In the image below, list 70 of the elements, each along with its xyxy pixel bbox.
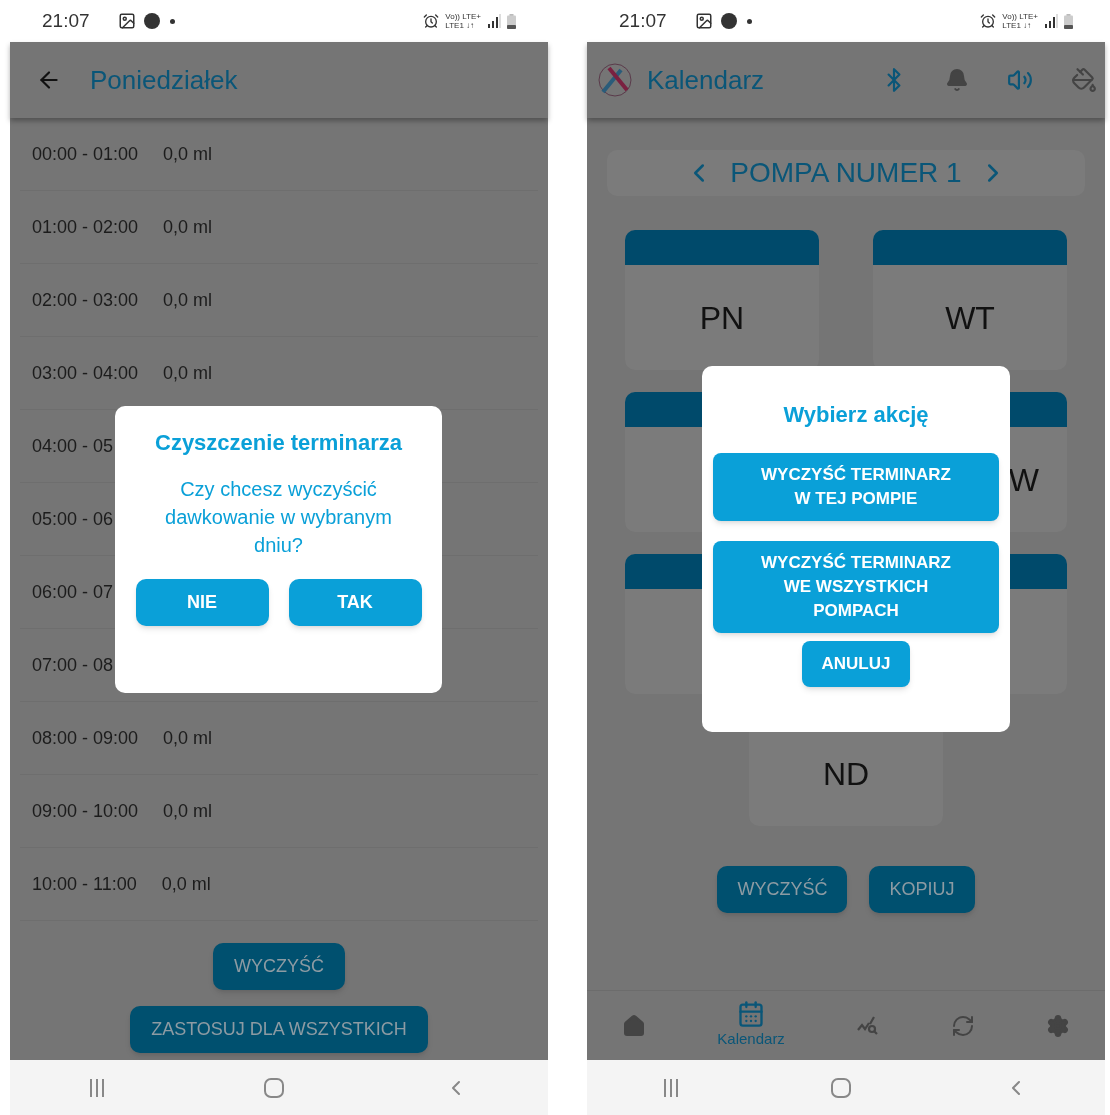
day-card[interactable]: WT: [873, 230, 1067, 370]
dose-amount: 0,0 ml: [161, 872, 211, 896]
time-range: 10:00 - 11:00: [32, 872, 137, 896]
home-icon: [622, 1013, 647, 1038]
cancel-button[interactable]: ANULUJ: [801, 641, 911, 687]
time-range: 03:00 - 04:00: [32, 361, 139, 385]
recent-apps-icon[interactable]: [90, 1078, 104, 1097]
dialog-title: Wybierz akcję: [783, 401, 929, 429]
dose-amount: 0,0 ml: [163, 142, 213, 166]
dialog-button[interactable]: NIE: [135, 579, 269, 626]
network-label: LTE1 ↓↑: [1002, 21, 1033, 30]
status-time: 21:07: [619, 8, 667, 33]
network-label: Vo)) LTE+: [1002, 12, 1038, 21]
settings-icon: [1045, 1013, 1070, 1038]
dose-amount: 0,0 ml: [163, 726, 213, 750]
gallery-icon: [694, 12, 713, 30]
network-label: Vo)) LTE+: [445, 12, 481, 21]
dialog-title: Czyszczenie terminarza: [155, 429, 402, 457]
time-range: 00:00 - 01:00: [32, 142, 139, 166]
dialog-action-button[interactable]: WYCZYŚĆ TERMINARZ WE WSZYSTKICH POMPACH: [713, 541, 999, 633]
recent-apps-icon[interactable]: [663, 1078, 678, 1097]
time-range: 08:00 - 09:00: [32, 726, 139, 750]
time-range: 05:00 - 06: [32, 507, 114, 531]
time-range: 07:00 - 08: [32, 653, 114, 677]
notification-dot-icon: [746, 18, 752, 24]
screen-title: Poniedziałek: [90, 63, 238, 97]
calendar-icon: [737, 1000, 766, 1029]
action-button[interactable]: KOPIUJ: [869, 866, 975, 913]
day-label: ND: [822, 754, 870, 794]
home-button-icon[interactable]: [264, 1077, 284, 1098]
dialog-message: Czy chcesz wyczyścić dawkowanie w wybranym dniu?: [164, 477, 393, 558]
dialog-button[interactable]: TAK: [288, 579, 422, 626]
action-button[interactable]: WYCZYŚĆ: [717, 866, 848, 913]
dose-amount: 0,0 ml: [163, 799, 213, 823]
social-app-icon: [720, 13, 737, 29]
time-range: 04:00 - 05: [32, 434, 114, 458]
dialog-action-button[interactable]: WYCZYŚĆ TERMINARZ W TEJ POMPIE: [713, 453, 999, 521]
alarm-icon: [423, 13, 440, 29]
social-app-icon: [143, 13, 160, 29]
dose-amount: 0,0 ml: [163, 288, 213, 312]
speaker-icon[interactable]: [1007, 67, 1033, 93]
paint-bucket-icon[interactable]: [1071, 67, 1097, 93]
pump-label: POMPA NUMER 1: [730, 156, 962, 190]
day-label: W: [1008, 460, 1039, 500]
dose-amount: 0,0 ml: [163, 361, 213, 385]
network-label: LTE1 ↓↑: [445, 21, 476, 30]
gallery-icon: [117, 12, 136, 30]
status-time: 21:07: [42, 8, 90, 33]
battery-icon: [507, 13, 516, 29]
action-button[interactable]: ZASTOSUJ DLA WSZYSTKICH: [130, 1006, 428, 1053]
signal-icon: [487, 14, 501, 28]
home-button-icon[interactable]: [831, 1077, 851, 1098]
bell-icon[interactable]: [945, 68, 969, 92]
dose-amount: 0,0 ml: [163, 215, 213, 239]
sync-icon: [950, 1013, 975, 1038]
alarm-icon: [980, 13, 997, 29]
time-range: 02:00 - 03:00: [32, 288, 139, 312]
nav-item[interactable]: Kalendarz: [713, 1000, 789, 1051]
signal-icon: [1044, 14, 1058, 28]
day-label: WT: [945, 298, 995, 338]
action-button[interactable]: WYCZYŚĆ: [213, 943, 345, 990]
time-range: 06:00 - 07: [32, 580, 114, 604]
time-range: 09:00 - 10:00: [32, 799, 139, 823]
day-label: PN: [699, 298, 745, 338]
notification-dot-icon: [169, 18, 175, 24]
day-card[interactable]: PN: [625, 230, 819, 370]
screen-title: Kalendarz: [647, 63, 765, 97]
battery-icon: [1064, 13, 1073, 29]
app-logo: [597, 62, 633, 98]
time-range: 01:00 - 02:00: [32, 215, 139, 239]
